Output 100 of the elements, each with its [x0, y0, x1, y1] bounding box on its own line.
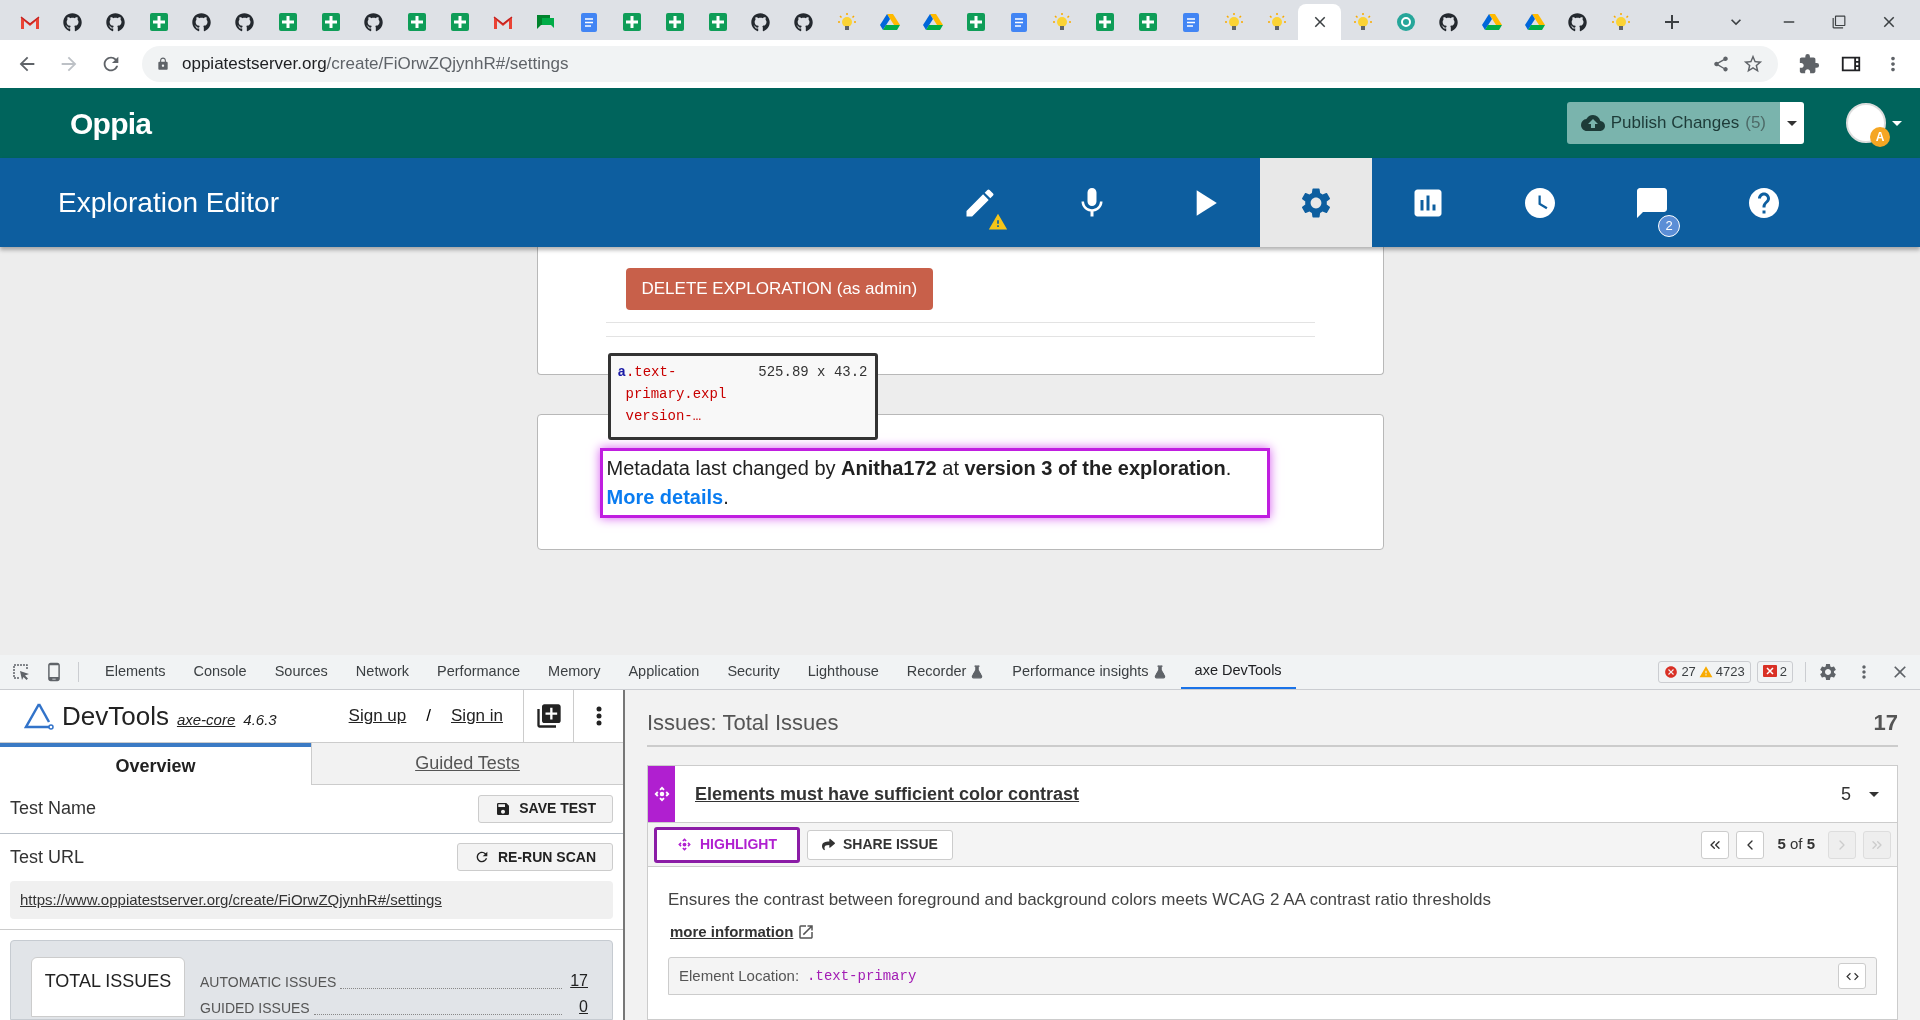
drive-icon — [879, 13, 900, 31]
issues-counter[interactable]: 2 — [1756, 661, 1793, 683]
warning-icon — [988, 212, 1008, 232]
document-icon — [1010, 12, 1027, 32]
devtools-tab[interactable]: Network — [341, 655, 424, 689]
github-icon — [794, 12, 813, 32]
warning-icon — [1698, 665, 1713, 679]
summary-count: 0 — [578, 997, 588, 1017]
share-icon[interactable] — [1712, 55, 1730, 73]
avatar[interactable] — [1846, 103, 1886, 143]
address-bar[interactable]: oppiatestserver.org/create/FiOrwZQjynhR#/settings — [142, 46, 1778, 82]
share-issue-button[interactable]: SHARE ISSUE — [807, 829, 953, 860]
location-selector: .text-primary — [807, 966, 917, 986]
site-logo[interactable]: Oppia — [70, 100, 152, 146]
puzzle-icon[interactable] — [1798, 53, 1820, 75]
inspect-icon[interactable] — [12, 663, 30, 681]
spreadsheet-icon — [450, 13, 469, 31]
spreadsheet-icon — [1095, 13, 1114, 31]
lightbulb-icon — [1266, 12, 1287, 32]
devtools-tab[interactable]: Recorder — [892, 655, 999, 689]
panel-tab[interactable]: Guided Tests — [311, 743, 623, 785]
delete-button[interactable]: DELETE EXPLORATION (as admin) — [625, 268, 934, 310]
devtools-tab[interactable]: Console — [179, 655, 261, 689]
nav-tab[interactable] — [1260, 158, 1372, 247]
issue-flag-icon — [1762, 665, 1777, 679]
spreadsheet-icon — [665, 13, 684, 31]
url-text: oppiatestserver.org/create/FiOrwZQjynhR#/settings — [182, 53, 569, 76]
spreadsheet-icon — [321, 13, 340, 31]
lightbulb-icon — [836, 12, 857, 32]
element-selector: a.text- primary.expl version-… — [617, 363, 727, 426]
pager-button[interactable] — [1701, 830, 1730, 859]
github-icon — [192, 12, 211, 32]
save-test-button[interactable]: SAVE TEST — [478, 794, 613, 823]
caret-icon[interactable] — [1869, 791, 1879, 797]
page-title: Exploration Editor — [58, 185, 280, 220]
error-count: 27 — [1681, 663, 1696, 682]
field-label: Test Name — [10, 797, 97, 821]
publish-button[interactable]: Publish Changes (5) — [1566, 102, 1780, 144]
caret-icon[interactable] — [1787, 120, 1797, 126]
issue-title-link[interactable]: Elements must have sufficient color contrast — [695, 780, 1080, 808]
more-details-link[interactable]: More details — [606, 486, 724, 508]
avatar-badge: A — [1870, 127, 1890, 147]
code-button[interactable] — [1838, 963, 1866, 989]
rerun-scan-button[interactable]: RE-RUN SCAN — [457, 843, 613, 872]
pager-button[interactable] — [1736, 830, 1765, 859]
add-icon — [534, 702, 563, 731]
page-indicator: 5 of 5 — [1777, 834, 1815, 855]
lightbulb-icon — [1352, 12, 1373, 32]
devtools-tab[interactable]: Application — [614, 655, 714, 689]
lightbulb-icon — [1223, 12, 1244, 32]
mail-icon — [19, 14, 40, 30]
issue-description: Ensures the contrast between foreground and background colors meets WCAG 2 AA contrast ratio thresholds — [668, 889, 1493, 911]
github-icon — [235, 12, 254, 32]
triangle-logo-icon — [24, 702, 54, 731]
circle-logo-icon — [1396, 13, 1415, 31]
summary-count[interactable]: 17 — [566, 969, 588, 993]
chat-icon — [536, 13, 555, 31]
more-information-link[interactable]: more information — [670, 920, 794, 943]
devtools-tab[interactable]: Elements — [91, 655, 180, 689]
devtools-tab[interactable]: Performance insights — [998, 655, 1181, 689]
version-text: 4.6.3 — [243, 709, 277, 730]
sign-in-link[interactable]: Sign in — [451, 703, 503, 729]
dropdown-button[interactable] — [1780, 102, 1804, 144]
github-icon — [751, 12, 770, 32]
element-size: 525.89 x 43.2 — [758, 363, 868, 382]
devtools-tab[interactable]: Security — [713, 655, 794, 689]
devtools-tab[interactable]: Sources — [260, 655, 342, 689]
devtools-brand: DevTools — [62, 699, 169, 733]
flask-icon — [1152, 665, 1167, 679]
github-icon — [1568, 12, 1587, 32]
drive-icon — [1481, 13, 1502, 31]
kebab-icon — [595, 706, 602, 727]
separator-text: / — [426, 705, 431, 728]
issue-count: 5 — [1841, 782, 1851, 806]
summary-tab[interactable]: TOTAL ISSUES — [31, 957, 185, 1017]
spreadsheet-icon — [149, 13, 168, 31]
spreadsheet-icon — [622, 13, 641, 31]
settings-icon[interactable] — [1818, 662, 1838, 682]
lock-icon — [156, 57, 170, 71]
devtools-tab[interactable]: Lighthouse — [793, 655, 893, 689]
axe-core-link[interactable]: axe-core — [176, 708, 236, 732]
field-label: Test URL — [10, 845, 85, 869]
devtools-tab[interactable]: Memory — [534, 655, 615, 689]
restore-icon[interactable] — [1832, 15, 1846, 29]
document-icon — [580, 12, 597, 32]
lightbulb-icon — [1610, 12, 1631, 32]
highlight-button[interactable]: HIGHLIGHT — [654, 826, 800, 863]
devtools-tab[interactable]: Performance — [423, 655, 535, 689]
test-url-link[interactable]: https://www.oppiatestserver.org/create/FiOrwZQjynhR#/settings — [20, 888, 442, 912]
error-icon — [1664, 665, 1679, 679]
caret-icon[interactable] — [1892, 120, 1902, 126]
crosshair-icon — [677, 837, 692, 852]
external-link-icon — [797, 922, 816, 941]
star-icon[interactable] — [1742, 53, 1764, 75]
issues-heading: Issues: Total Issues — [647, 709, 839, 737]
sign-up-link[interactable]: Sign up — [348, 703, 407, 729]
github-icon — [63, 12, 82, 32]
github-icon — [1439, 12, 1458, 32]
console-counter[interactable]: 27 4723 — [1658, 661, 1751, 683]
crosshair-icon — [652, 785, 671, 803]
